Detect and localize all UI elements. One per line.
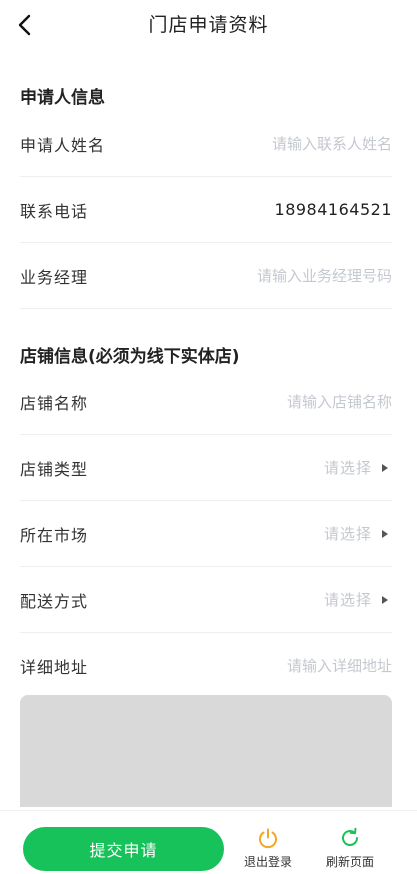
logout-label: 退出登录 — [244, 855, 293, 869]
triangle-right-icon — [382, 595, 388, 604]
store-section-title: 店铺信息(必须为线下实体店) — [20, 347, 240, 367]
delivery-select-text: 请选择 — [323, 591, 372, 609]
manager-label: 业务经理 — [20, 268, 89, 287]
address-row: 详细地址 — [20, 633, 392, 699]
market-label: 所在市场 — [20, 525, 89, 545]
triangle-right-icon — [382, 529, 388, 538]
phone-row: 联系电话 18984164521 — [20, 177, 392, 243]
power-icon — [259, 828, 277, 849]
refresh-button[interactable]: 刷新页面 — [326, 827, 374, 870]
phone-value: 18984164521 — [274, 200, 392, 219]
market-row: 所在市场 请选择 — [20, 501, 392, 567]
delivery-select[interactable]: 请选择 — [324, 589, 392, 610]
store-type-label: 店铺类型 — [20, 459, 89, 479]
store-type-select[interactable]: 请选择 — [324, 457, 392, 478]
manager-input[interactable] — [192, 267, 392, 285]
form-content: 申请人信息 申请人姓名 联系电话 18984164521 业务经理 店铺信息(必… — [0, 50, 417, 810]
store-name-label: 店铺名称 — [20, 393, 89, 413]
address-detail-box[interactable] — [20, 695, 392, 807]
footer-bar: 提交申请 退出登录 刷新页面 — [0, 810, 417, 874]
refresh-label: 刷新页面 — [326, 855, 375, 869]
market-select[interactable]: 请选择 — [324, 523, 392, 544]
delivery-row: 配送方式 请选择 — [20, 567, 392, 633]
store-type-select-text: 请选择 — [323, 459, 372, 477]
store-type-row: 店铺类型 请选择 — [20, 435, 392, 501]
applicant-section-title: 申请人信息 — [20, 88, 105, 108]
page-title: 门店申请资料 — [148, 14, 269, 36]
address-input[interactable] — [192, 657, 392, 675]
store-name-input[interactable] — [192, 392, 392, 411]
manager-row: 业务经理 — [20, 243, 392, 309]
phone-label: 联系电话 — [20, 201, 89, 221]
applicant-name-row: 申请人姓名 — [20, 111, 392, 177]
address-label: 详细地址 — [20, 658, 89, 677]
submit-button[interactable]: 提交申请 — [23, 827, 224, 871]
applicant-name-input[interactable] — [192, 134, 392, 153]
delivery-label: 配送方式 — [20, 591, 89, 611]
applicant-name-label: 申请人姓名 — [20, 135, 106, 155]
store-name-row: 店铺名称 — [20, 369, 392, 435]
market-select-text: 请选择 — [323, 525, 372, 543]
triangle-right-icon — [382, 463, 388, 472]
divider — [20, 308, 392, 309]
header: 门店申请资料 — [0, 0, 417, 50]
refresh-icon — [342, 827, 358, 846]
logout-button[interactable]: 退出登录 — [244, 827, 292, 870]
